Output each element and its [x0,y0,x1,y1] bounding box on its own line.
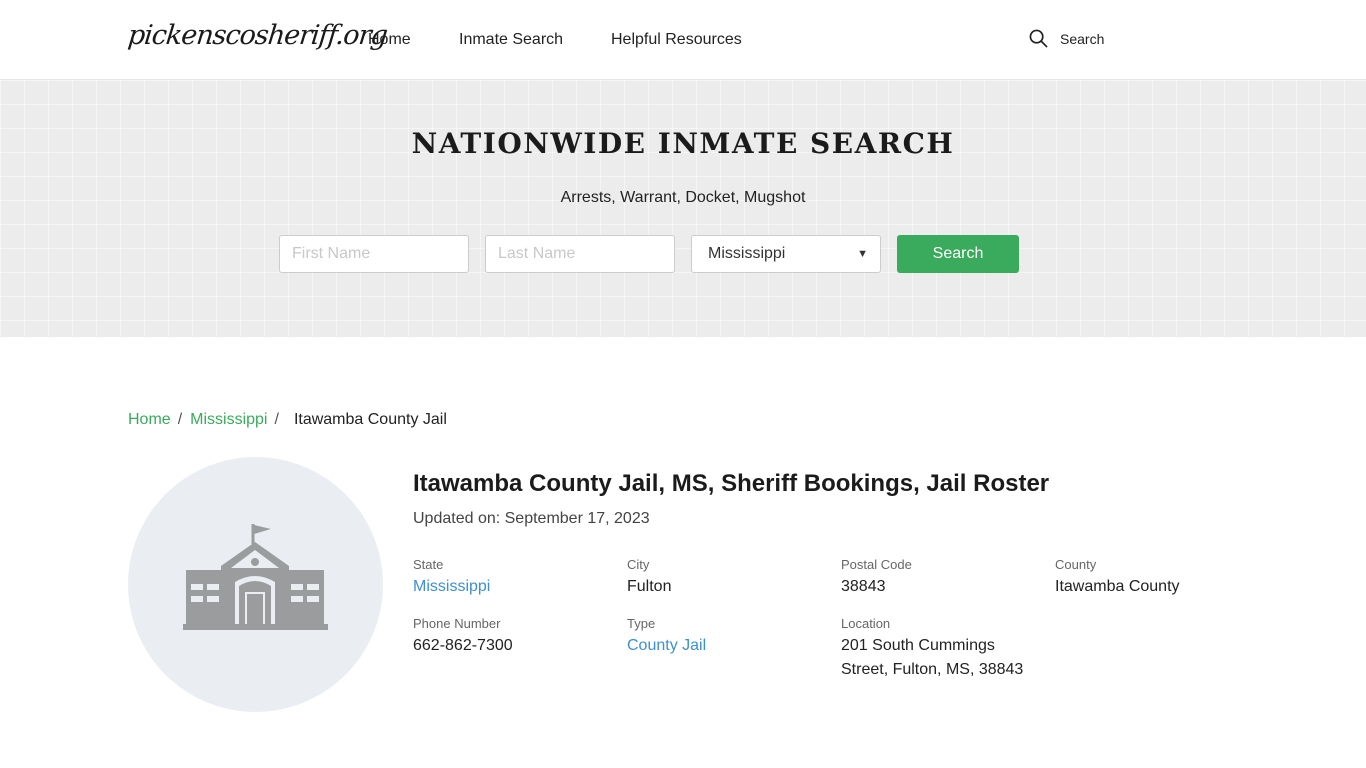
breadcrumb: Home / Mississippi / Itawamba County Jai… [128,411,447,429]
building-icon [183,524,328,630]
search-button[interactable]: Search [897,235,1019,273]
header-search-label: Search [1060,30,1105,47]
info-city: City Fulton [627,557,671,599]
location-label: Location [841,616,891,631]
breadcrumb-separator: / [274,411,279,428]
breadcrumb-state[interactable]: Mississippi [190,411,267,429]
hero-search-section: NATIONWIDE INMATE SEARCH Arrests, Warran… [0,80,1366,337]
facility-title: Itawamba County Jail, MS, Sheriff Bookin… [413,470,1050,497]
phone-label: Phone Number [413,616,501,631]
postal-code-label: Postal Code [841,557,912,572]
header-search-button[interactable]: Search [1029,29,1104,48]
search-icon [1029,29,1048,48]
breadcrumb-home[interactable]: Home [128,411,171,429]
info-location: Location 201 South Cummings Street, Fult… [841,616,1023,682]
info-postal-code: Postal Code 38843 [841,557,912,599]
info-type: Type County Jail [627,616,706,658]
state-label: State [413,557,444,572]
last-name-input[interactable] [485,235,675,273]
breadcrumb-separator: / [177,411,183,428]
state-select-value: Mississippi [708,245,786,262]
city-label: City [627,557,650,572]
nav-inmate-search[interactable]: Inmate Search [459,31,563,49]
first-name-input[interactable] [279,235,469,273]
facility-image [128,457,383,712]
chevron-down-icon: ▼ [857,248,868,260]
info-phone: Phone Number 662-862-7300 [413,616,513,658]
phone-value: 662-862-7300 [413,637,513,654]
state-select[interactable]: Mississippi ▼ [691,235,881,273]
site-logo[interactable]: pickenscosheriff.org [126,20,388,51]
location-line-2: Street, Fulton, MS, 38843 [841,661,1024,678]
breadcrumb-current: Itawamba County Jail [293,411,447,428]
county-value: Itawamba County [1055,578,1180,595]
postal-code-value: 38843 [841,578,886,595]
info-state: State Mississippi [413,557,490,599]
type-label: Type [627,616,656,631]
updated-date: Updated on: September 17, 2023 [413,510,650,528]
updated-prefix: Updated on: [413,510,505,527]
updated-value: September 17, 2023 [504,510,650,527]
site-header: pickenscosheriff.org Home Inmate Search … [0,0,1366,80]
info-county: County Itawamba County [1055,557,1180,599]
hero-subtitle: Arrests, Warrant, Docket, Mugshot [560,189,806,206]
nav-home[interactable]: Home [368,31,411,49]
city-value: Fulton [627,578,672,595]
type-link[interactable]: County Jail [627,634,706,658]
county-label: County [1055,557,1097,572]
hero-title: NATIONWIDE INMATE SEARCH [411,127,955,160]
nav-helpful-resources[interactable]: Helpful Resources [611,31,742,49]
state-link[interactable]: Mississippi [413,575,490,599]
location-line-1: 201 South Cummings [841,637,995,654]
